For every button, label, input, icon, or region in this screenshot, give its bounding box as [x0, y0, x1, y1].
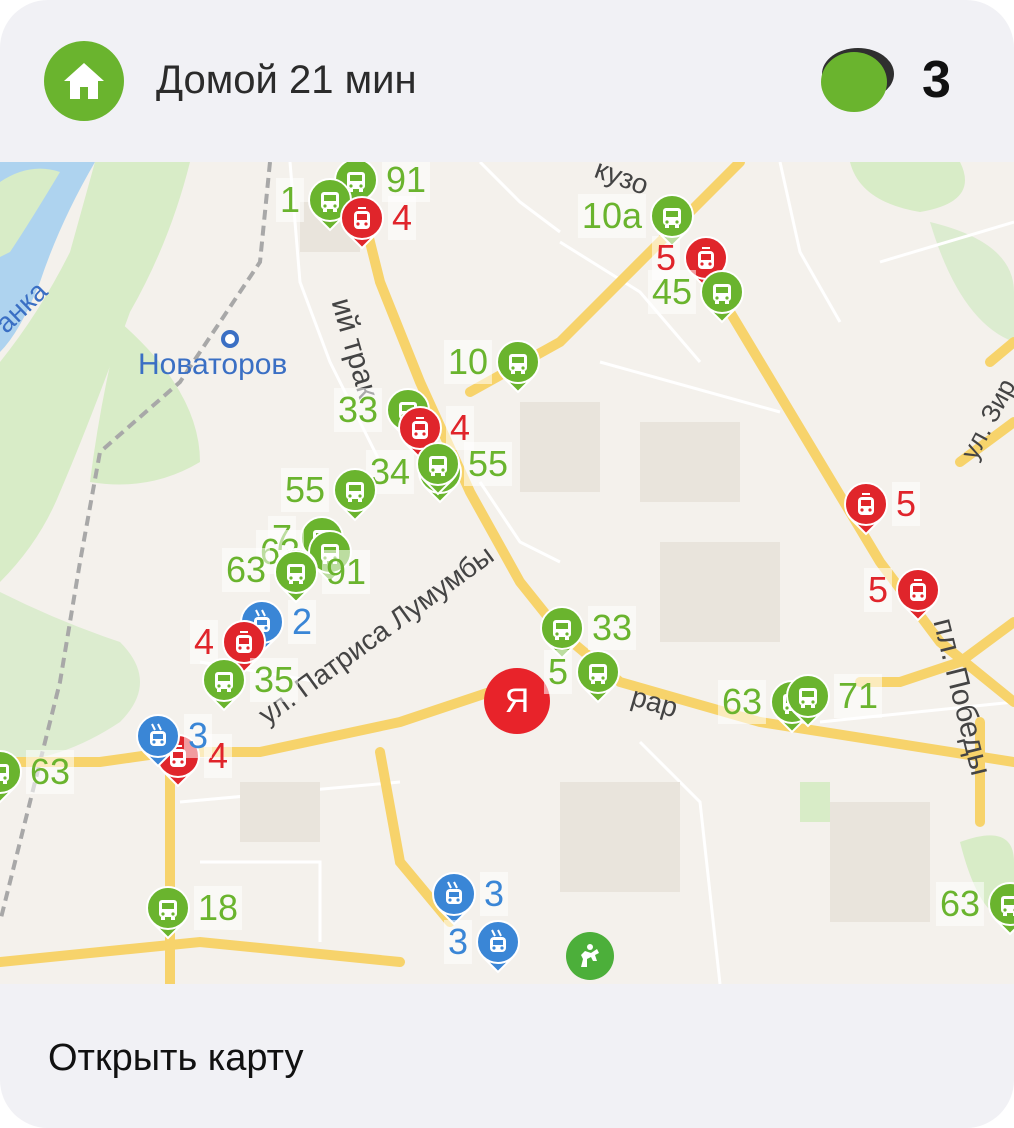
stop-route-label: 5	[892, 482, 921, 526]
bus-icon	[416, 442, 460, 496]
stop-route-label: 3	[443, 920, 472, 964]
yandex-logo: Я	[484, 668, 550, 734]
tram-icon	[340, 196, 384, 250]
stop-route-label: 5	[543, 650, 572, 694]
transport-stop-bus[interactable]	[138, 880, 198, 940]
place-marker-icon	[221, 330, 239, 348]
stop-route-label: 10	[443, 340, 492, 384]
stop-route-label: 63	[935, 882, 984, 926]
trolleybus-icon	[136, 714, 180, 768]
transport-stop-bus[interactable]	[408, 436, 468, 496]
stop-route-label: 45	[647, 270, 696, 314]
transport-stop-bus[interactable]	[488, 334, 548, 394]
tram-icon	[896, 568, 940, 622]
bus-icon	[146, 886, 190, 940]
stop-route-label: 71	[834, 674, 883, 718]
transport-stop-tram[interactable]	[888, 562, 948, 622]
map-base-layer	[0, 162, 1014, 984]
stop-route-label: 3	[184, 714, 213, 758]
stop-route-label: 3	[480, 872, 509, 916]
traffic-light-icon	[821, 48, 894, 112]
home-button[interactable]	[44, 41, 124, 121]
home-icon	[64, 63, 104, 99]
transport-stop-bus[interactable]	[568, 644, 628, 704]
open-map-link[interactable]: Открыть карту	[48, 1036, 304, 1080]
stop-route-label: 91	[322, 550, 371, 594]
place-label-novatorov: Новаторов	[138, 348, 288, 381]
stop-route-label: 63	[221, 548, 270, 592]
transport-stop-bus[interactable]	[194, 652, 254, 712]
stop-route-label: 5	[863, 568, 892, 612]
transport-stop-bus[interactable]	[692, 264, 752, 324]
stop-route-label: 63	[26, 750, 75, 794]
transport-stop-trolleybus[interactable]	[468, 914, 528, 974]
transport-stop-bus[interactable]	[980, 876, 1014, 936]
stop-route-label: 10а	[577, 194, 646, 238]
transport-stop-trolleybus[interactable]	[128, 708, 188, 768]
transport-stop-bus[interactable]	[778, 668, 838, 728]
traffic-score: 3	[922, 51, 951, 109]
bus-icon	[988, 882, 1014, 936]
stop-route-label: 55	[464, 442, 513, 486]
stop-route-label: 2	[288, 600, 317, 644]
stop-route-label: 4	[388, 196, 417, 240]
trolleybus-icon	[476, 920, 520, 974]
bus-icon	[496, 340, 540, 394]
bus-icon	[576, 650, 620, 704]
tram-icon	[844, 482, 888, 536]
route-home-title[interactable]: Домой 21 мин	[156, 56, 417, 104]
stop-route-label: 1	[275, 178, 304, 222]
bus-icon	[786, 674, 830, 728]
stop-route-label: 18	[194, 886, 243, 930]
widget-header: Домой 21 мин 3	[0, 0, 1014, 162]
bus-icon	[700, 270, 744, 324]
stop-route-label: 33	[333, 388, 382, 432]
transport-stop-tram[interactable]	[836, 476, 896, 536]
transport-stop-tram[interactable]	[332, 190, 392, 250]
transport-widget-card: Домой 21 мин 3 Новаторов ул. Патриса Лум…	[0, 0, 1014, 1128]
horse-rider-icon	[566, 932, 614, 980]
map-preview[interactable]: Новаторов ул. Патриса Лумумбы ий трак ку…	[0, 162, 1014, 984]
bus-icon	[202, 658, 246, 712]
stop-route-label: 63	[717, 680, 766, 724]
stop-route-label: 35	[250, 658, 299, 702]
yandex-logo-text: Я	[504, 681, 530, 720]
stop-route-label: 55	[280, 468, 329, 512]
